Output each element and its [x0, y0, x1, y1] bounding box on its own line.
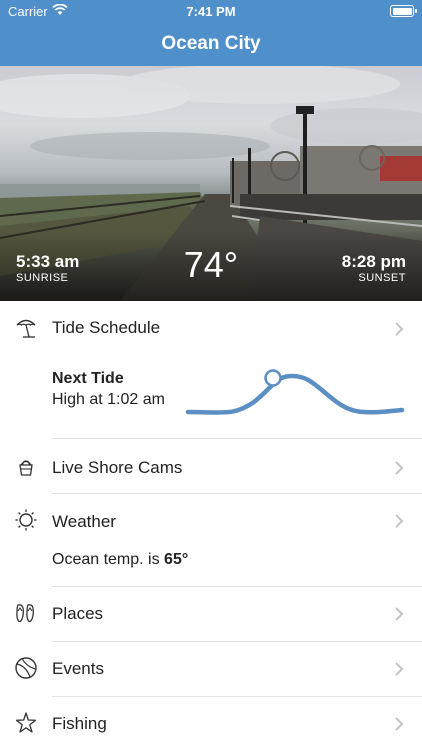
fishing-row[interactable]: Fishing: [0, 697, 422, 750]
chevron-right-icon: [395, 322, 404, 336]
boardwalk-photo: 5:33 am SUNRISE 74° 8:28 pm SUNSET: [0, 66, 422, 301]
next-tide-title: Next Tide: [52, 370, 124, 387]
fishing-label: Fishing: [52, 714, 107, 733]
tide-curve-chart: [185, 369, 405, 415]
sunset-label: SUNSET: [358, 272, 406, 284]
chevron-right-icon: [395, 662, 404, 676]
chevron-right-icon: [395, 717, 404, 731]
events-row[interactable]: Events: [0, 642, 422, 696]
places-row[interactable]: Places: [0, 587, 422, 641]
clock: 7:41 PM: [186, 4, 236, 19]
sand-bucket-icon: [19, 460, 33, 476]
weather-row[interactable]: Weather: [0, 494, 422, 586]
flip-flops-icon: [16, 604, 34, 623]
live-shore-cams-label: Live Shore Cams: [52, 458, 183, 477]
events-label: Events: [52, 659, 104, 678]
weather-label: Weather: [52, 512, 116, 531]
sun-icon: [15, 509, 37, 531]
current-tide-marker: [264, 369, 282, 387]
sunset-time: 8:28 pm: [341, 252, 406, 271]
ocean-temp-prefix: Ocean temp. is: [52, 551, 165, 568]
ocean-temp-value: 65°: [164, 551, 189, 568]
tide-curve-line: [185, 373, 405, 415]
beach-ball-icon: [15, 657, 37, 679]
tide-schedule-label: Tide Schedule: [52, 318, 161, 337]
live-shore-cams-row[interactable]: Live Shore Cams: [0, 439, 422, 493]
chevron-right-icon: [395, 607, 404, 621]
ocean-temperature: Ocean temp. is 65°: [52, 551, 188, 569]
chevron-right-icon: [395, 514, 404, 528]
places-label: Places: [52, 604, 104, 623]
navigation-bar: Ocean City: [0, 22, 422, 66]
page-title: Ocean City: [161, 33, 261, 54]
starfish-icon: [15, 712, 37, 733]
status-bar: Carrier 7:41 PM: [0, 0, 422, 22]
chevron-right-icon: [395, 461, 404, 475]
next-tide-detail: High at 1:02 am: [52, 391, 165, 408]
battery-icon: [390, 5, 417, 17]
beach-umbrella-icon: [16, 319, 36, 338]
